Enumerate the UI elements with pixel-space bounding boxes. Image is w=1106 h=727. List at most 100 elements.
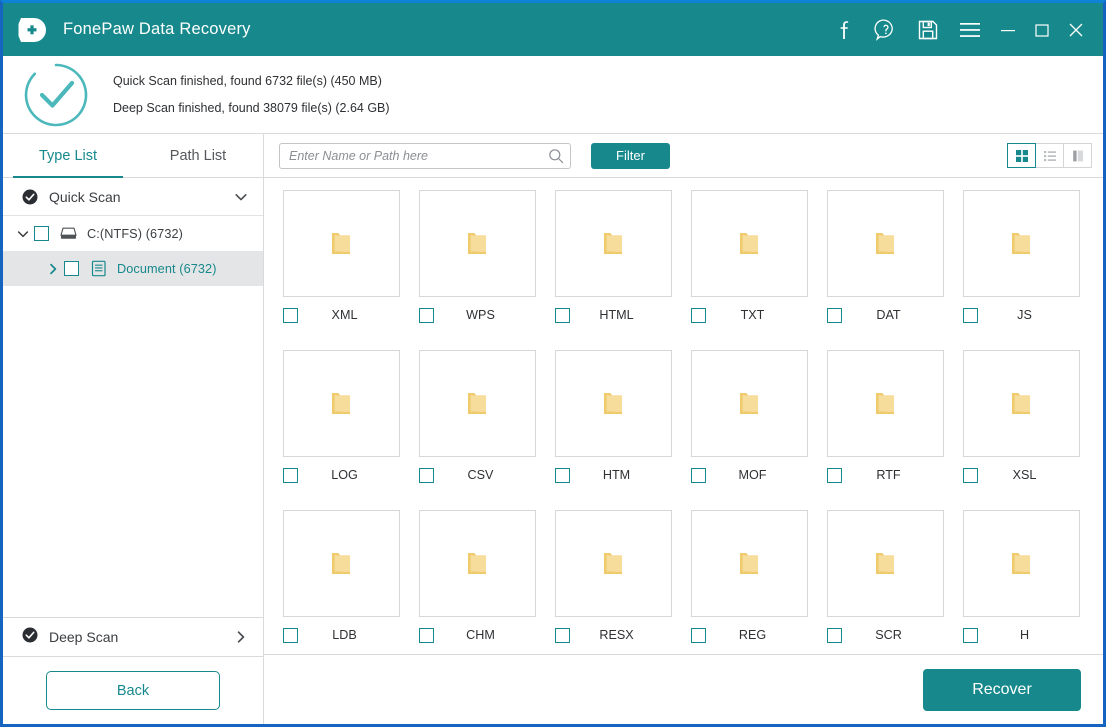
minimize-button[interactable] bbox=[991, 8, 1025, 52]
grid-item-caption: HTML bbox=[545, 297, 681, 333]
grid-item: RESX bbox=[545, 510, 681, 654]
sidebar-tabs: Type List Path List bbox=[3, 134, 263, 178]
folder-thumbnail[interactable] bbox=[418, 190, 536, 297]
close-button[interactable] bbox=[1059, 8, 1093, 52]
grid-item-label: DAT bbox=[876, 308, 901, 322]
grid-item-label: CHM bbox=[466, 628, 495, 642]
folder-thumbnail[interactable] bbox=[690, 510, 808, 617]
facebook-icon[interactable] bbox=[823, 8, 865, 52]
tree-row-document[interactable]: Document (6732) bbox=[3, 251, 263, 286]
grid-item-checkbox[interactable] bbox=[827, 307, 842, 323]
grid-item-caption: TXT bbox=[681, 297, 817, 333]
maximize-button[interactable] bbox=[1025, 8, 1059, 52]
chevron-down-icon[interactable] bbox=[12, 227, 34, 241]
folder-thumbnail[interactable] bbox=[690, 190, 808, 297]
grid-item-caption: HTM bbox=[545, 457, 681, 493]
folder-thumbnail[interactable] bbox=[962, 510, 1080, 617]
help-icon[interactable] bbox=[865, 8, 907, 52]
folder-thumbnail[interactable] bbox=[418, 510, 536, 617]
chevron-right-icon[interactable] bbox=[233, 629, 249, 645]
folder-thumbnail[interactable] bbox=[282, 510, 400, 617]
folder-thumbnail[interactable] bbox=[282, 190, 400, 297]
sidebar: Type List Path List Quick Scan C:(NTFS) … bbox=[3, 134, 264, 724]
folder-thumbnail[interactable] bbox=[690, 350, 808, 457]
grid-item: H bbox=[953, 510, 1089, 654]
grid-view-button[interactable] bbox=[1007, 143, 1036, 168]
detail-view-button[interactable] bbox=[1063, 143, 1092, 168]
search-input[interactable] bbox=[289, 148, 548, 163]
tab-type-list[interactable]: Type List bbox=[3, 134, 133, 178]
grid-item-caption: CHM bbox=[409, 617, 545, 653]
deep-scan-result: Deep Scan finished, found 38079 file(s) … bbox=[113, 100, 390, 115]
grid-item-label: TXT bbox=[740, 308, 765, 322]
list-view-button[interactable] bbox=[1035, 143, 1064, 168]
folder-thumbnail[interactable] bbox=[282, 350, 400, 457]
tab-path-list[interactable]: Path List bbox=[133, 134, 263, 177]
filter-button[interactable]: Filter bbox=[591, 142, 670, 169]
folder-thumbnail[interactable] bbox=[418, 350, 536, 457]
grid-item-checkbox[interactable] bbox=[691, 467, 706, 483]
grid-item-checkbox[interactable] bbox=[555, 627, 570, 643]
grid-item-checkbox[interactable] bbox=[963, 307, 978, 323]
folder-icon bbox=[1012, 392, 1030, 414]
quick-scan-result: Quick Scan finished, found 6732 file(s) … bbox=[113, 73, 382, 88]
grid-item-checkbox[interactable] bbox=[555, 467, 570, 483]
deep-scan-group-header[interactable]: Deep Scan bbox=[3, 617, 263, 657]
recover-button[interactable]: Recover bbox=[923, 668, 1081, 711]
chevron-down-icon[interactable] bbox=[233, 189, 249, 205]
save-icon[interactable] bbox=[907, 8, 949, 52]
folder-thumbnail[interactable] bbox=[826, 190, 944, 297]
grid-item: CHM bbox=[409, 510, 545, 654]
quick-scan-status-icon bbox=[22, 189, 38, 205]
folder-thumbnail[interactable] bbox=[554, 190, 672, 297]
grid-item-checkbox[interactable] bbox=[283, 307, 298, 323]
grid-item-caption: RESX bbox=[545, 617, 681, 653]
grid-item-checkbox[interactable] bbox=[283, 467, 298, 483]
folder-icon bbox=[876, 232, 894, 254]
tree-checkbox-document[interactable] bbox=[64, 261, 79, 276]
quick-scan-group-header[interactable]: Quick Scan bbox=[3, 178, 263, 216]
folder-icon bbox=[1012, 552, 1030, 574]
menu-icon[interactable] bbox=[949, 8, 991, 52]
folder-thumbnail[interactable] bbox=[826, 510, 944, 617]
grid-item: LDB bbox=[273, 510, 409, 654]
grid-item: HTM bbox=[545, 350, 681, 510]
tree-label-document: Document (6732) bbox=[117, 261, 217, 276]
grid-item-checkbox[interactable] bbox=[419, 307, 434, 323]
search-box[interactable] bbox=[279, 142, 571, 169]
folder-thumbnail[interactable] bbox=[554, 350, 672, 457]
tree-label-drive: C:(NTFS) (6732) bbox=[87, 226, 183, 241]
back-button-container: Back bbox=[3, 657, 263, 724]
grid-item-label: MOF bbox=[738, 468, 767, 482]
folder-thumbnail[interactable] bbox=[826, 350, 944, 457]
grid-item-label: LOG bbox=[331, 468, 358, 482]
search-icon[interactable] bbox=[548, 148, 564, 164]
grid-item-checkbox[interactable] bbox=[419, 467, 434, 483]
grid-item-label: SCR bbox=[875, 628, 902, 642]
grid-item-checkbox[interactable] bbox=[827, 627, 842, 643]
folder-thumbnail[interactable] bbox=[962, 190, 1080, 297]
grid-item-checkbox[interactable] bbox=[963, 467, 978, 483]
grid-item-checkbox[interactable] bbox=[827, 467, 842, 483]
tree-row-drive[interactable]: C:(NTFS) (6732) bbox=[3, 216, 263, 251]
grid-item-checkbox[interactable] bbox=[419, 627, 434, 643]
folder-icon bbox=[876, 392, 894, 414]
folder-icon bbox=[740, 552, 758, 574]
folder-thumbnail[interactable] bbox=[962, 350, 1080, 457]
grid-item-checkbox[interactable] bbox=[691, 307, 706, 323]
grid-item-checkbox[interactable] bbox=[963, 627, 978, 643]
grid-item-caption: WPS bbox=[409, 297, 545, 333]
title-bar: FonePaw Data Recovery bbox=[3, 3, 1103, 56]
grid-item-checkbox[interactable] bbox=[691, 627, 706, 643]
folder-thumbnail[interactable] bbox=[554, 510, 672, 617]
chevron-right-icon[interactable] bbox=[42, 262, 64, 276]
back-button[interactable]: Back bbox=[46, 671, 220, 710]
grid-item-checkbox[interactable] bbox=[283, 627, 298, 643]
grid-item-caption: LDB bbox=[273, 617, 409, 653]
grid-item: TXT bbox=[681, 190, 817, 350]
file-type-grid: XML WPS HTML TXT DAT JS LOG CSV HTM MOF … bbox=[264, 190, 1103, 654]
grid-item-checkbox[interactable] bbox=[555, 307, 570, 323]
view-mode-group bbox=[1007, 143, 1092, 168]
tree-checkbox-drive[interactable] bbox=[34, 226, 49, 241]
grid-item-label: XSL bbox=[1012, 468, 1037, 482]
